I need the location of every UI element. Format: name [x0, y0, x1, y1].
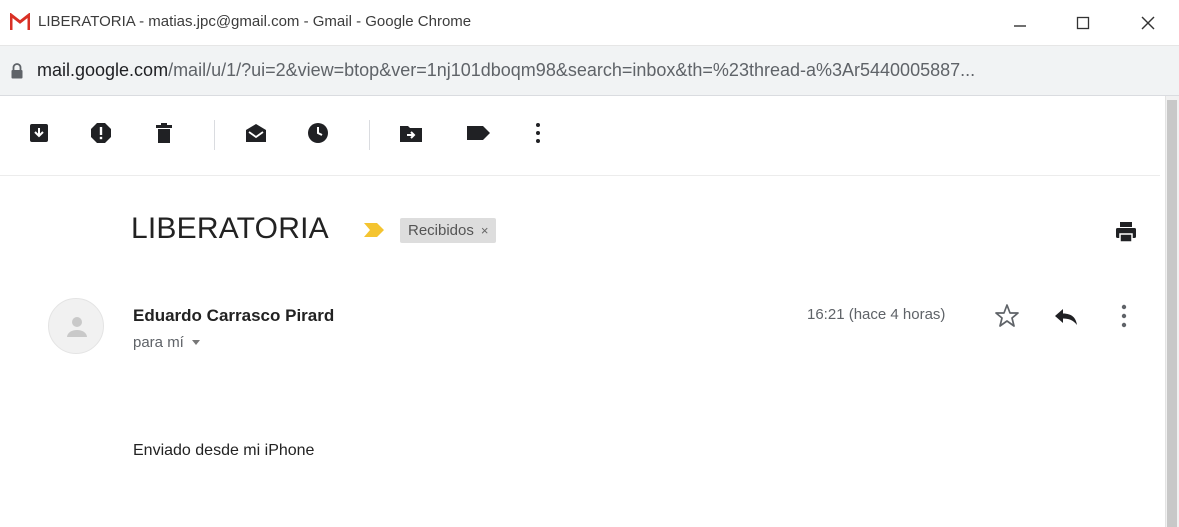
- archive-icon: [30, 124, 48, 142]
- window-title: LIBERATORIA - matias.jpc@gmail.com - Gma…: [38, 13, 472, 30]
- label-icon: [467, 126, 490, 140]
- message-timestamp: 16:21 (hace 4 horas): [807, 306, 946, 323]
- close-window-button[interactable]: [1128, 8, 1168, 38]
- print-icon[interactable]: [1114, 220, 1138, 244]
- report-spam-button[interactable]: [86, 118, 116, 148]
- more-vert-icon: [536, 123, 540, 143]
- recipient-text: para mí: [133, 334, 184, 351]
- move-to-icon: [400, 126, 422, 142]
- more-actions-button[interactable]: [523, 118, 553, 148]
- url-host: mail.google.com: [37, 60, 169, 80]
- minimize-button[interactable]: [1000, 8, 1040, 38]
- maximize-button[interactable]: [1063, 8, 1103, 38]
- minimize-icon: [1014, 25, 1026, 27]
- delete-icon: [156, 123, 172, 143]
- archive-button[interactable]: [24, 118, 54, 148]
- message-toolbar: [0, 96, 1160, 176]
- remove-label-button[interactable]: ×: [481, 223, 489, 238]
- message-body: Enviado desde mi iPhone: [133, 442, 315, 459]
- mark-unread-button[interactable]: [241, 118, 271, 148]
- close-icon: [1141, 16, 1155, 30]
- move-to-button[interactable]: [396, 118, 426, 148]
- labels-button[interactable]: [464, 118, 494, 148]
- mark-unread-icon: [246, 124, 266, 142]
- toolbar-separator: [214, 120, 215, 150]
- snooze-button[interactable]: [303, 118, 333, 148]
- label-chip-text: Recibidos: [408, 222, 474, 239]
- lock-icon[interactable]: [10, 62, 24, 80]
- url-path: /mail/u/1/?ui=2&view=btop&ver=1nj101dboq…: [168, 60, 976, 80]
- recipient-details-toggle[interactable]: para mí: [133, 334, 200, 351]
- email-subject: LIBERATORIA: [131, 212, 329, 245]
- snooze-icon: [308, 123, 328, 143]
- importance-marker-icon[interactable]: [363, 222, 385, 238]
- delete-button[interactable]: [149, 118, 179, 148]
- maximize-icon: [1076, 16, 1090, 30]
- gmail-logo-icon: [10, 13, 30, 30]
- label-chip-inbox[interactable]: Recibidos ×: [400, 218, 497, 243]
- sender-avatar[interactable]: [48, 298, 104, 354]
- url-text[interactable]: mail.google.com/mail/u/1/?ui=2&view=btop…: [37, 60, 975, 81]
- reply-icon[interactable]: [1053, 305, 1079, 329]
- report-spam-icon: [91, 123, 111, 143]
- address-bar[interactable]: mail.google.com/mail/u/1/?ui=2&view=btop…: [0, 46, 1179, 96]
- star-icon[interactable]: [994, 303, 1020, 329]
- more-vert-icon[interactable]: [1114, 303, 1134, 329]
- toolbar-separator: [369, 120, 370, 150]
- chevron-down-icon: [191, 340, 200, 345]
- default-avatar-icon: [67, 317, 87, 337]
- window-titlebar: LIBERATORIA - matias.jpc@gmail.com - Gma…: [0, 0, 1179, 46]
- sender-name[interactable]: Eduardo Carrasco Pirard: [133, 306, 334, 326]
- scrollbar-thumb[interactable]: [1167, 100, 1177, 527]
